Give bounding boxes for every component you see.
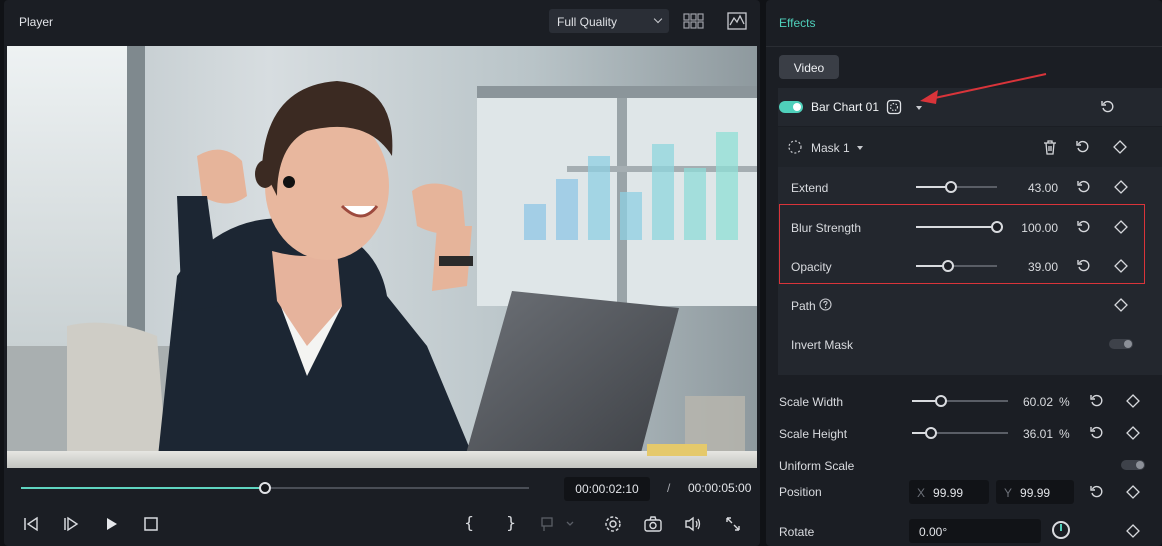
- tab-video[interactable]: Video: [779, 55, 839, 79]
- keyframe-icon[interactable]: [1113, 179, 1129, 195]
- position-x-value: 99.99: [933, 486, 964, 500]
- mask-name-caret-icon[interactable]: [857, 146, 863, 150]
- mask-shape-icon: [787, 139, 803, 155]
- keyframe-icon[interactable]: [1113, 297, 1129, 313]
- scale-height-slider-handle[interactable]: [925, 427, 937, 439]
- player-title: Player: [19, 15, 54, 29]
- reset-icon[interactable]: [1076, 179, 1092, 195]
- reset-icon[interactable]: [1100, 99, 1116, 115]
- position-y-field[interactable]: Y 99.99: [996, 480, 1074, 504]
- play-icon[interactable]: [101, 514, 121, 534]
- playhead-handle[interactable]: [259, 482, 271, 494]
- scale-width-value[interactable]: 60.02: [1003, 395, 1053, 409]
- mask-icon[interactable]: [886, 99, 902, 115]
- video-frame-image: [7, 46, 757, 468]
- opacity-label: Opacity: [791, 260, 832, 274]
- blur-strength-value[interactable]: 100.00: [1008, 221, 1058, 235]
- invert-mask-label: Invert Mask: [791, 338, 854, 352]
- scale-width-slider-handle[interactable]: [935, 395, 947, 407]
- annotation-arrow-icon: [920, 73, 1047, 104]
- scale-height-unit: %: [1059, 427, 1070, 441]
- mask-name: Mask 1: [811, 141, 850, 155]
- blur-strength-slider-handle[interactable]: [991, 221, 1003, 233]
- next-frame-icon[interactable]: [61, 514, 81, 534]
- position-y-value: 99.99: [1020, 486, 1051, 500]
- total-duration: 00:00:05:00: [688, 481, 752, 495]
- rotate-dial-icon[interactable]: [1052, 521, 1070, 539]
- reset-icon[interactable]: [1076, 219, 1092, 235]
- keyframe-icon[interactable]: [1112, 139, 1128, 155]
- reset-icon[interactable]: [1089, 393, 1105, 409]
- keyframe-icon[interactable]: [1125, 393, 1141, 409]
- keyframe-icon[interactable]: [1113, 219, 1129, 235]
- extend-slider-handle[interactable]: [945, 181, 957, 193]
- uniform-scale-toggle[interactable]: [1121, 460, 1145, 470]
- volume-icon[interactable]: [683, 514, 703, 534]
- chevron-down-icon: [653, 14, 663, 24]
- rotate-field[interactable]: 0.00°: [909, 519, 1041, 543]
- mask-header[interactable]: Mask 1: [778, 127, 1162, 167]
- scale-width-label: Scale Width: [779, 395, 844, 409]
- mark-in-icon[interactable]: {: [464, 513, 474, 532]
- scale-height-value[interactable]: 36.01: [1003, 427, 1053, 441]
- keyframe-icon[interactable]: [1125, 425, 1141, 441]
- blur-strength-label: Blur Strength: [791, 221, 862, 235]
- fullscreen-icon[interactable]: [723, 514, 743, 534]
- keyframe-icon[interactable]: [1125, 523, 1141, 539]
- blur-strength-slider-fill: [916, 226, 997, 228]
- snapshot-icon[interactable]: [643, 514, 663, 534]
- timeline-scrubber-progress: [21, 487, 265, 489]
- reset-icon[interactable]: [1089, 425, 1105, 441]
- stop-icon[interactable]: [141, 514, 161, 534]
- grid-view-icon[interactable]: [683, 13, 705, 29]
- keyframe-icon[interactable]: [1113, 258, 1129, 274]
- scale-height-label: Scale Height: [779, 427, 848, 441]
- rotate-label: Rotate: [779, 525, 815, 539]
- mark-out-icon[interactable]: }: [506, 513, 516, 532]
- opacity-slider-handle[interactable]: [942, 260, 954, 272]
- effect-enable-toggle[interactable]: [779, 101, 803, 113]
- keyframe-icon[interactable]: [1125, 484, 1141, 500]
- reset-icon[interactable]: [1089, 484, 1105, 500]
- help-icon[interactable]: [819, 298, 832, 311]
- delete-icon[interactable]: [1042, 139, 1058, 155]
- position-x-axis-label: X: [917, 486, 926, 500]
- quality-label: Full Quality: [557, 15, 618, 29]
- path-label: Path: [791, 299, 816, 313]
- marker-icon[interactable]: [539, 514, 575, 534]
- video-preview[interactable]: [7, 46, 757, 468]
- time-separator: /: [667, 481, 671, 495]
- effect-name: Bar Chart 01: [811, 100, 880, 114]
- quality-dropdown[interactable]: Full Quality: [549, 9, 669, 33]
- player-panel: Player Full Quality 00:00:02:10 / 00:00:…: [4, 0, 760, 546]
- uniform-scale-label: Uniform Scale: [779, 459, 855, 473]
- waveform-monitor-icon[interactable]: [727, 12, 747, 30]
- current-time-field[interactable]: 00:00:02:10: [564, 477, 650, 501]
- opacity-value[interactable]: 39.00: [1008, 260, 1058, 274]
- previous-frame-icon[interactable]: [21, 514, 41, 534]
- invert-mask-toggle[interactable]: [1109, 339, 1133, 349]
- scale-width-unit: %: [1059, 395, 1070, 409]
- position-y-axis-label: Y: [1004, 486, 1013, 500]
- divider: [766, 46, 1162, 47]
- render-settings-icon[interactable]: [603, 514, 623, 534]
- effects-panel: Effects Video Bar Chart 01 Mask 1 Extend…: [766, 0, 1162, 546]
- extend-value[interactable]: 43.00: [1008, 181, 1058, 195]
- extend-label: Extend: [791, 181, 829, 195]
- effects-title: Effects: [779, 16, 816, 30]
- reset-icon[interactable]: [1075, 139, 1091, 155]
- position-label: Position: [779, 485, 822, 499]
- position-x-field[interactable]: X 99.99: [909, 480, 989, 504]
- reset-icon[interactable]: [1076, 258, 1092, 274]
